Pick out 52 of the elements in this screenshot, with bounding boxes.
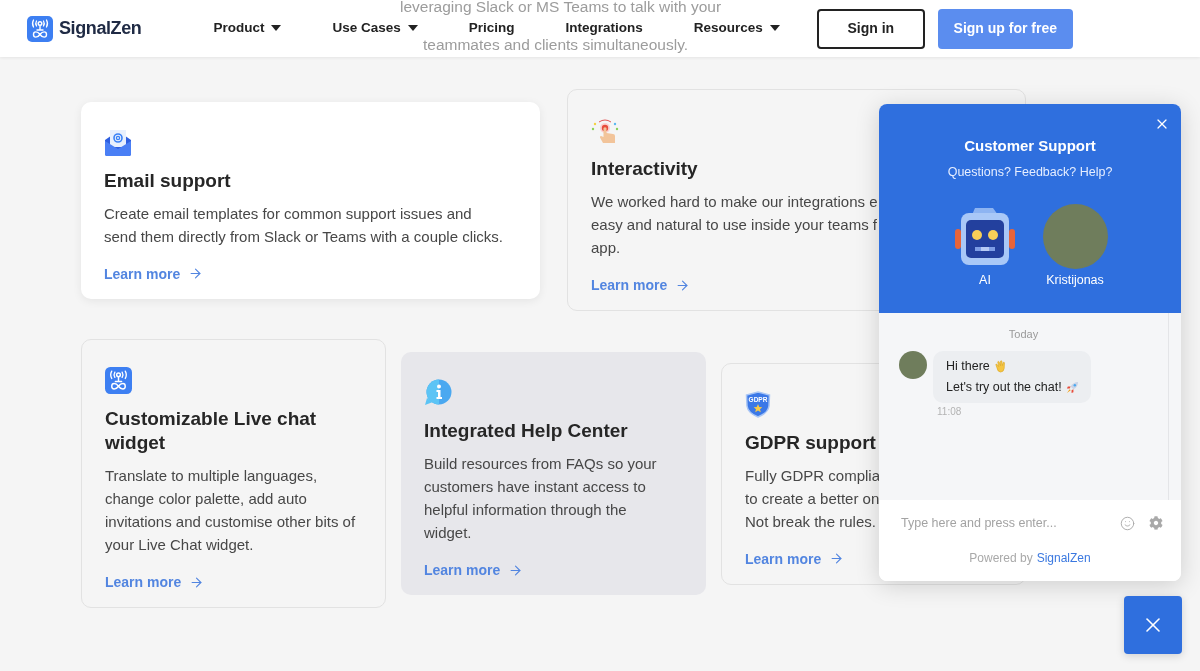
- arrow-right-icon: [188, 266, 204, 281]
- learn-more-link[interactable]: Learn more: [105, 572, 205, 592]
- tapping-hand-icon: [591, 117, 619, 144]
- agent-name: Kristijonas: [1046, 272, 1104, 288]
- message-time: 11:08: [937, 406, 962, 418]
- arrow-right-icon: [675, 277, 691, 293]
- robot-icon: [953, 206, 1017, 267]
- card-description: Build resources from FAQs so your customers have instant access to helpful information through the widget.: [424, 454, 657, 543]
- day-label: Today: [1008, 327, 1039, 341]
- card-title: Interactivity: [591, 157, 698, 181]
- logo-wordmark: SignalZen: [59, 17, 142, 40]
- logo-icon: [27, 15, 53, 42]
- chat-title: Customer Support: [964, 136, 1096, 156]
- nav-link[interactable]: Product: [213, 20, 282, 35]
- nav-link[interactable]: Integrations: [565, 20, 643, 35]
- arrow-right-icon: [508, 562, 524, 578]
- nav-link[interactable]: Use Cases: [332, 20, 418, 35]
- emoji-smiley-icon[interactable]: [1120, 515, 1135, 531]
- message-input[interactable]: Type here and press enter...: [901, 513, 1106, 533]
- card-description: Fully GDPR complia to create a better on Not break the rules.: [745, 465, 881, 532]
- card-title: Integrated Help Center: [424, 419, 628, 443]
- logo-icon: [105, 367, 132, 394]
- card-description: We worked hard to make our integrations e easy and natural to use inside your teams f app.: [591, 192, 878, 258]
- message-text: Let's try out the chat!: [946, 379, 1062, 397]
- arrow-right-icon: [189, 574, 205, 590]
- learn-more-link[interactable]: Learn more: [591, 275, 691, 295]
- learn-more-link[interactable]: Learn more: [104, 263, 204, 284]
- card-description: Translate to multiple languages, change color palette, add auto invitations and customise other bits of your Live Chat widget.: [105, 466, 356, 555]
- faded-background-text: leveraging Slack or MS Teams to talk with your: [400, 0, 722, 17]
- card-title: GDPR support: [745, 430, 876, 455]
- card-title: Customizable Live chat widget: [105, 407, 318, 455]
- powered-by-label: Powered by: [969, 550, 1033, 567]
- chat-subtitle: Questions? Feedback? Help?: [947, 164, 1113, 181]
- faded-background-text: teammates and clients simultaneously.: [423, 36, 689, 53]
- nav-link[interactable]: Resources: [693, 20, 780, 35]
- card-description: Create email templates for common support issues and send them directly from Slack or Teams with a couple clicks.: [104, 203, 504, 247]
- arrow-right-icon: [829, 551, 845, 566]
- sign-in-button[interactable]: Sign in: [816, 8, 925, 49]
- message-text: Hi there: [946, 358, 990, 376]
- brand-link[interactable]: SignalZen: [1036, 549, 1091, 567]
- learn-more-link[interactable]: Learn more: [745, 548, 845, 569]
- sign-up-button[interactable]: Sign up for free: [937, 8, 1073, 49]
- agent-name: AI: [979, 272, 991, 288]
- envelope-icon: [104, 128, 132, 156]
- nav-link[interactable]: Pricing: [468, 20, 515, 35]
- card-title: Email support: [104, 168, 231, 193]
- info-bubble-icon: [424, 379, 452, 406]
- rocket-icon: [1065, 381, 1079, 394]
- settings-icon[interactable]: [1149, 516, 1163, 530]
- close-chat-button[interactable]: [1124, 596, 1182, 654]
- waving-hand-icon: [993, 360, 1007, 373]
- learn-more-link[interactable]: Learn more: [424, 560, 524, 580]
